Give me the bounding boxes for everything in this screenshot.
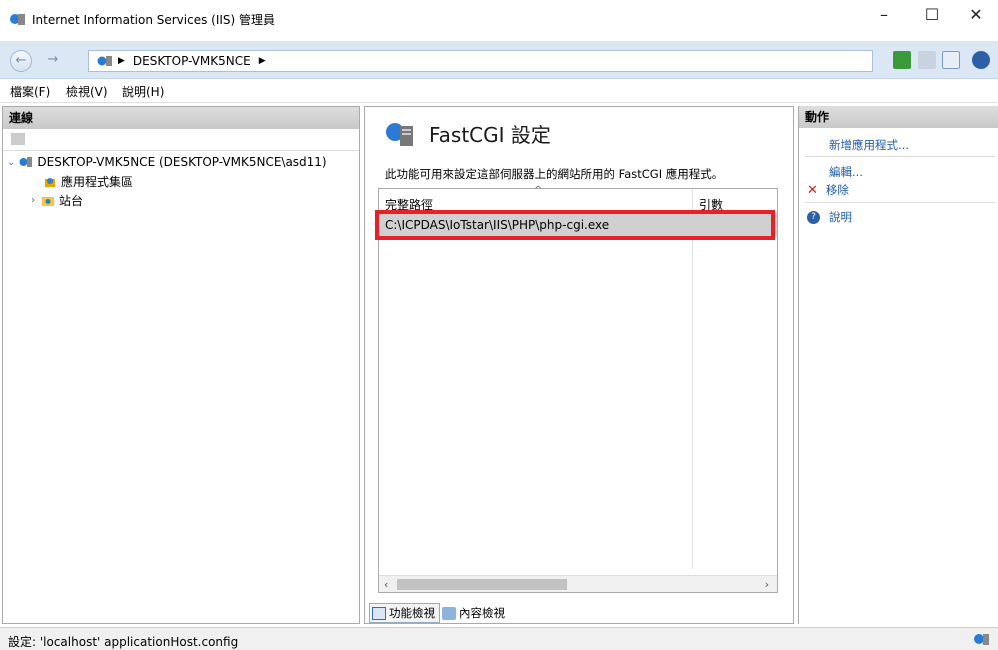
back-arrow-icon[interactable]: ← [10,50,32,72]
forward-arrow-icon[interactable]: → [42,50,64,72]
tab-content-view[interactable]: 內容檢視 [440,603,509,623]
connections-toolbar [3,129,359,151]
connections-pane: 連線 ⌄ DESKTOP-VMK5NCE (DESKTOP-VMK5NCE\as… [2,106,360,624]
view-tabs: 功能檢視 內容檢視 [365,603,793,623]
action-add-application[interactable]: 新增應用程式... [829,137,909,153]
page-description: 此功能可用來設定這部伺服器上的網站所用的 FastCGI 應用程式。 [385,167,724,181]
address-bar: ← → ▶ DESKTOP-VMK5NCE ▶ [0,41,998,79]
window-title: Internet Information Services (IIS) 管理員 [32,12,276,27]
breadcrumb-separator-icon: ▶ [118,56,125,66]
actions-header: 動作 [799,106,998,128]
server-status-icon [974,634,989,645]
content-view-icon [442,606,456,620]
home-icon[interactable] [942,51,960,69]
feature-pane: FastCGI 設定 此功能可用來設定這部伺服器上的網站所用的 FastCGI … [364,106,794,624]
action-remove[interactable]: ✕ 移除 [807,182,849,198]
actions-divider [805,156,995,157]
scroll-right-icon[interactable]: › [765,576,769,593]
tree-node-sites[interactable]: › 站台 [31,192,83,209]
menu-help[interactable]: 說明(H) [122,83,164,100]
feature-view-icon [372,606,386,620]
stop-icon[interactable] [918,51,936,69]
tree-node-app-pools[interactable]: 應用程式集區 [43,173,133,190]
menu-bar: 檔案(F) 檢視(V) 說明(H) [0,79,998,103]
tree-label-server: DESKTOP-VMK5NCE (DESKTOP-VMK5NCE\asd11) [37,155,327,169]
action-help[interactable]: ? 說明 [807,209,852,225]
refresh-icon[interactable] [893,51,911,69]
column-divider [692,189,693,569]
iis-app-icon [10,14,25,25]
connections-header: 連線 [3,107,359,129]
app-pool-icon [45,177,55,187]
actions-divider [805,202,995,203]
scroll-left-icon[interactable]: ‹ [384,576,388,593]
help-icon[interactable] [972,51,990,69]
maximize-button[interactable]: ☐ [910,0,954,30]
action-remove-label: 移除 [825,183,849,197]
sort-ascending-icon: ^ [534,185,543,196]
breadcrumb-chevron-icon[interactable]: ▶ [259,56,266,66]
address-field[interactable]: ▶ DESKTOP-VMK5NCE ▶ [88,50,873,72]
actions-pane: 動作 新增應用程式... 編輯... ✕ 移除 ? 說明 [798,106,998,624]
server-icon [19,157,33,167]
server-node-icon [97,56,112,66]
status-bar: 設定: 'localhost' applicationHost.config [0,627,998,650]
status-text: 設定: 'localhost' applicationHost.config [8,635,239,649]
menu-file[interactable]: 檔案(F) [10,83,50,100]
tree-label-app-pools: 應用程式集區 [61,175,134,189]
sites-folder-icon [42,196,54,206]
minimize-button[interactable]: – [862,0,906,30]
expand-chevron-icon[interactable]: ⌄ [7,157,15,168]
page-title: FastCGI 設定 [429,123,551,147]
fastcgi-grid: ^ 完整路徑 引數 C:\ICPDAS\IoTstar\IIS\PHP\php-… [375,185,778,593]
highlight-box [375,210,775,240]
breadcrumb-server[interactable]: DESKTOP-VMK5NCE [133,54,251,68]
fastcgi-icon [386,122,413,146]
tree-label-sites: 站台 [59,194,84,208]
collapse-chevron-icon[interactable]: › [31,195,35,206]
tab-content-view-label: 內容檢視 [459,606,505,620]
close-button[interactable]: ✕ [954,0,998,30]
connect-icon[interactable] [11,133,25,145]
tab-feature-view-label: 功能檢視 [389,606,435,620]
title-bar: Internet Information Services (IIS) 管理員 … [0,0,998,38]
action-edit[interactable]: 編輯... [829,164,863,180]
horizontal-scrollbar[interactable]: ‹ › [379,575,777,592]
scrollbar-thumb[interactable] [397,579,567,590]
help-circle-icon: ? [807,210,820,224]
tree-node-server[interactable]: ⌄ DESKTOP-VMK5NCE (DESKTOP-VMK5NCE\asd11… [7,155,327,169]
remove-icon: ✕ [807,182,818,198]
feature-heading: FastCGI 設定 [385,119,551,148]
action-help-label: 說明 [829,210,852,224]
tab-feature-view[interactable]: 功能檢視 [369,603,440,623]
menu-view[interactable]: 檢視(V) [66,83,108,100]
